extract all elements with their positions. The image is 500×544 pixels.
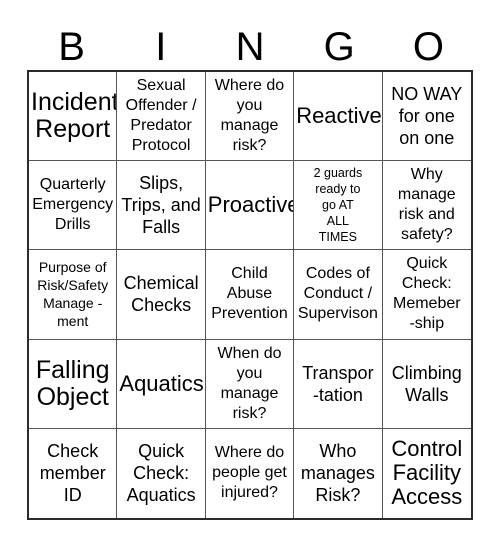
bingo-cell[interactable]: Why manage risk and safety? bbox=[382, 161, 471, 251]
bingo-cell[interactable]: Quick Check: Aquatics bbox=[117, 428, 206, 518]
bingo-cell-text: Slips, Trips, and Falls bbox=[121, 173, 201, 238]
bingo-header-letter-i: I bbox=[155, 25, 167, 69]
bingo-header-letter-o: O bbox=[412, 25, 444, 69]
bingo-cell[interactable]: Quarterly Emergency Drills bbox=[29, 161, 118, 251]
bingo-header-letter-b: B bbox=[58, 25, 85, 69]
bingo-cell-text: Where do you manage risk? bbox=[214, 77, 285, 155]
bingo-cell-text: Aquatics bbox=[119, 370, 204, 396]
bingo-cell-text: Transpor -tation bbox=[302, 362, 374, 405]
bingo-cell-text: When do you manage risk? bbox=[217, 344, 282, 422]
bingo-cell-text: Reactive bbox=[296, 103, 382, 129]
bingo-cell[interactable]: Codes of Conduct / Supervison bbox=[294, 250, 383, 340]
bingo-cell-text: Where do people get injured? bbox=[212, 444, 287, 502]
bingo-cell[interactable]: Falling Object bbox=[29, 339, 118, 429]
bingo-cell[interactable]: Slips, Trips, and Falls bbox=[117, 161, 206, 251]
bingo-cell[interactable]: 2 guards ready to go AT ALL TIMES bbox=[294, 161, 383, 251]
bingo-cell[interactable]: Reactive bbox=[294, 72, 383, 162]
bingo-header-row: B I N G O bbox=[27, 24, 473, 70]
bingo-cell[interactable]: Check member ID bbox=[29, 428, 118, 518]
bingo-cell-text: Climbing Walls bbox=[391, 362, 462, 405]
bingo-cell-text: Quick Check: Memeber -ship bbox=[393, 255, 461, 333]
bingo-cell[interactable]: NO WAY for one on one bbox=[382, 72, 471, 162]
bingo-grid: Incident Report Sexual Offender / Predato… bbox=[27, 70, 473, 520]
bingo-header-letter-n: N bbox=[235, 25, 265, 69]
bingo-cell[interactable]: Climbing Walls bbox=[382, 339, 471, 429]
bingo-cell[interactable]: Where do people get injured? bbox=[205, 428, 295, 518]
bingo-cell-text: Proactive bbox=[207, 192, 295, 218]
bingo-cell-text: Quick Check: Aquatics bbox=[126, 441, 196, 506]
bingo-cell[interactable]: Transpor -tation bbox=[294, 339, 383, 429]
bingo-header-letter-g: G bbox=[323, 25, 355, 69]
bingo-cell-text: Incident Report bbox=[31, 88, 118, 144]
bingo-cell-text: 2 guards ready to go AT ALL TIMES bbox=[313, 166, 363, 245]
bingo-cell-text: Control Facility Access bbox=[391, 436, 463, 510]
bingo-cell[interactable]: Incident Report bbox=[29, 72, 118, 162]
bingo-cell[interactable]: Where do you manage risk? bbox=[205, 72, 295, 162]
bingo-cell[interactable]: Sexual Offender / Predator Protocol bbox=[117, 72, 206, 162]
bingo-cell[interactable]: Purpose of Risk/Safety Manage - ment bbox=[29, 250, 118, 340]
bingo-cell-text: Falling Object bbox=[35, 355, 110, 411]
bingo-cell[interactable]: Chemical Checks bbox=[117, 250, 206, 340]
bingo-cell[interactable]: Proactive bbox=[205, 161, 295, 251]
bingo-cell-text: NO WAY for one on one bbox=[391, 84, 463, 149]
bingo-cell[interactable]: Child Abuse Prevention bbox=[205, 250, 295, 340]
bingo-cell-text: Chemical Checks bbox=[123, 273, 199, 316]
bingo-cell[interactable]: Control Facility Access bbox=[382, 428, 471, 518]
bingo-cell-text: Check member ID bbox=[39, 441, 106, 506]
bingo-cell-text: Codes of Conduct / Supervison bbox=[297, 265, 378, 323]
bingo-cell-text: Sexual Offender / Predator Protocol bbox=[125, 77, 197, 155]
bingo-cell-text: Why manage risk and safety? bbox=[397, 166, 456, 244]
bingo-cell[interactable]: Who manages Risk? bbox=[294, 428, 383, 518]
bingo-cell-text: Who manages Risk? bbox=[300, 441, 375, 506]
bingo-cell[interactable]: Aquatics bbox=[117, 339, 206, 429]
bingo-cell-text: Quarterly Emergency Drills bbox=[32, 176, 114, 234]
bingo-cell-text: Purpose of Risk/Safety Manage - ment bbox=[37, 259, 109, 330]
bingo-cell[interactable]: When do you manage risk? bbox=[205, 339, 295, 429]
bingo-card: B I N G O Incident Report Sexual Offender… bbox=[0, 0, 500, 544]
bingo-cell[interactable]: Quick Check: Memeber -ship bbox=[382, 250, 471, 340]
bingo-cell-text: Child Abuse Prevention bbox=[211, 265, 288, 323]
